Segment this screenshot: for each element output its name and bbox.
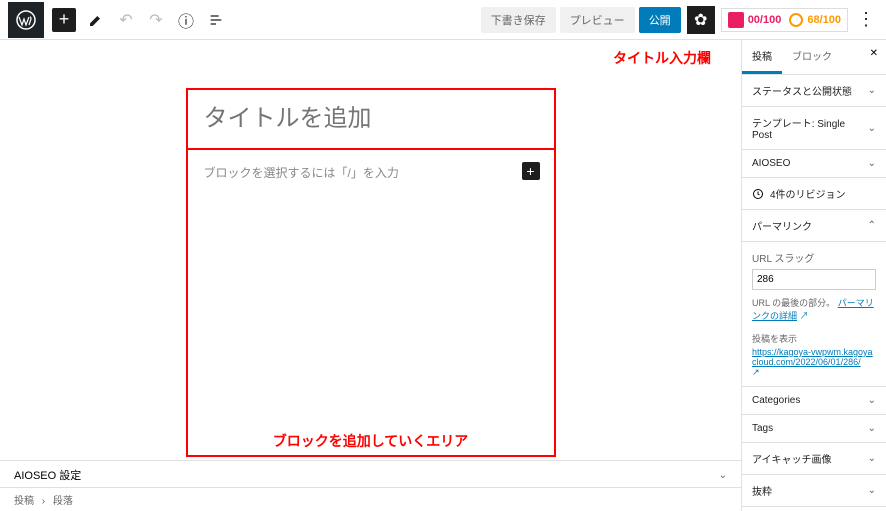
post-title-input[interactable] [204,106,538,133]
editor-highlight-box: ブロックを選択するには「/」を入力 + [186,88,556,457]
save-draft-button[interactable]: 下書き保存 [481,7,556,33]
panel-status[interactable]: ステータスと公開状態⌄ [742,75,886,107]
seo-score-1: 00/100 [748,14,782,26]
chevron-down-icon: ⌄ [719,470,727,481]
close-sidebar-icon[interactable]: ✕ [862,40,886,74]
add-block-icon[interactable]: + [52,8,76,32]
seo-score-badge[interactable]: 00/100 68/100 [721,8,848,32]
panel-aioseo[interactable]: AIOSEO⌄ [742,150,886,178]
tab-block[interactable]: ブロック [782,40,842,74]
block-placeholder-text: ブロックを選択するには「/」を入力 [204,164,538,181]
block-breadcrumb: 投稿 › 段落 [0,487,741,511]
crumb-block[interactable]: 段落 [53,496,73,507]
readability-icon [789,13,803,27]
chevron-down-icon: ⌄ [868,158,876,169]
panel-featured-image[interactable]: アイキャッチ画像⌄ [742,443,886,475]
chevron-down-icon: ⌄ [868,485,876,496]
history-icon [752,188,764,200]
chevron-down-icon: ⌄ [868,85,876,96]
panel-categories[interactable]: Categories⌄ [742,387,886,415]
top-toolbar: + ↶ ↷ ⓘ 下書き保存 プレビュー 公開 ✿ 00/100 68/100 ⋮ [0,0,886,40]
seo-icon [728,12,744,28]
settings-icon[interactable]: ✿ [687,6,715,34]
slug-description: URL の最後の部分。 パーマリンクの詳細 ↗ [752,296,876,322]
wordpress-logo[interactable] [8,2,44,38]
publish-button[interactable]: 公開 [639,7,681,33]
info-icon[interactable]: ⓘ [174,8,198,32]
panel-discussion[interactable]: ディスカッション⌄ [742,507,886,511]
slug-input[interactable] [752,269,876,290]
chevron-down-icon: ⌄ [868,395,876,406]
tab-post[interactable]: 投稿 [742,40,782,74]
edit-mode-icon[interactable] [84,8,108,32]
aioseo-bottom-panel[interactable]: AIOSEO 設定 ⌄ [0,460,741,489]
title-input-area[interactable] [188,90,554,150]
undo-icon[interactable]: ↶ [114,8,138,32]
post-url-link[interactable]: https://kagoya-vwpwm.kagoyacloud.com/202… [752,347,876,367]
seo-score-2: 68/100 [807,14,841,26]
panel-permalink[interactable]: パーマリンク⌃ [742,210,886,242]
external-link-icon: ↗ [800,311,809,321]
view-post-label: 投稿を表示 [752,332,876,345]
permalink-panel-body: URL スラッグ URL の最後の部分。 パーマリンクの詳細 ↗ 投稿を表示 h… [742,242,886,387]
chevron-up-icon: ⌃ [868,220,876,231]
outline-icon[interactable] [204,8,228,32]
inline-add-block-icon[interactable]: + [522,162,540,180]
panel-template[interactable]: テンプレート: Single Post⌄ [742,107,886,150]
crumb-post[interactable]: 投稿 [14,496,34,507]
panel-revisions[interactable]: 4件のリビジョン [742,178,886,210]
chevron-down-icon: ⌄ [868,123,876,134]
slug-label: URL スラッグ [752,250,876,265]
chevron-down-icon: ⌄ [868,453,876,464]
chevron-down-icon: ⌄ [868,423,876,434]
aioseo-panel-label: AIOSEO 設定 [14,467,81,483]
editor-canvas: タイトル入力欄 ブロックを選択するには「/」を入力 + ブロックを追加していくエ… [0,40,741,511]
annotation-block: ブロックを追加していくエリア [273,431,469,451]
annotation-title: タイトル入力欄 [613,48,711,68]
panel-excerpt[interactable]: 抜粋⌄ [742,475,886,507]
sidebar-tabs: 投稿 ブロック ✕ [742,40,886,75]
external-link-icon: ↗ [752,367,760,377]
settings-sidebar: 投稿 ブロック ✕ ステータスと公開状態⌄ テンプレート: Single Pos… [741,40,886,511]
redo-icon[interactable]: ↷ [144,8,168,32]
panel-tags[interactable]: Tags⌄ [742,415,886,443]
more-icon[interactable]: ⋮ [854,9,878,30]
block-content-area[interactable]: ブロックを選択するには「/」を入力 + [188,150,554,455]
preview-button[interactable]: プレビュー [560,7,635,33]
